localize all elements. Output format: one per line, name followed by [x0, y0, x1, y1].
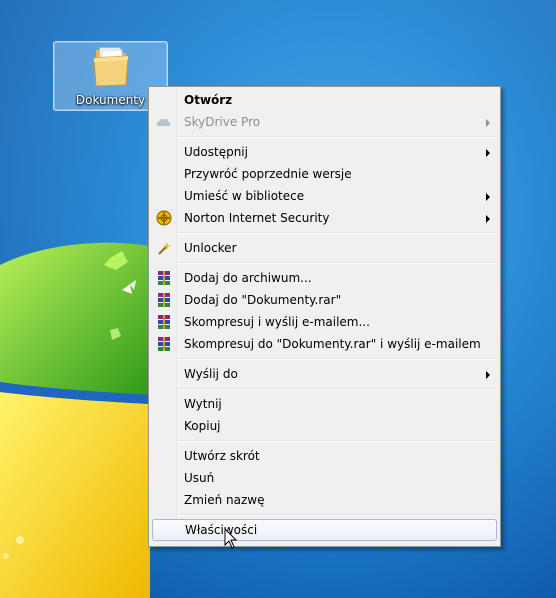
- submenu-arrow-icon: [486, 119, 490, 127]
- menu-item-label: Usuń: [184, 471, 215, 485]
- menu-item-przywróć-poprzednie-wersje[interactable]: Przywróć poprzednie wersje: [151, 163, 498, 185]
- menu-item-zmień-nazwę[interactable]: Zmień nazwę: [151, 489, 498, 511]
- submenu-arrow-icon: [486, 371, 490, 379]
- menu-item-label: Zmień nazwę: [184, 493, 265, 507]
- menu-item-norton-internet-security[interactable]: Norton Internet Security: [151, 207, 498, 229]
- submenu-arrow-icon: [486, 193, 490, 201]
- menu-item-label: Norton Internet Security: [184, 211, 330, 225]
- menu-item-label: Otwórz: [184, 93, 233, 107]
- menu-separator: [151, 133, 498, 141]
- menu-item-label: Wytnij: [184, 397, 222, 411]
- menu-separator: [151, 385, 498, 393]
- mouse-cursor-icon: [224, 528, 238, 549]
- menu-item-dodaj-do-dokumenty-rar[interactable]: Dodaj do "Dokumenty.rar": [151, 289, 498, 311]
- submenu-arrow-icon: [486, 149, 490, 157]
- winrar-icon: [156, 270, 172, 286]
- menu-separator: [151, 511, 498, 519]
- menu-separator: [151, 355, 498, 363]
- folder-icon: [93, 47, 129, 87]
- menu-item-umieść-w-bibliotece[interactable]: Umieść w bibliotece: [151, 185, 498, 207]
- menu-item-label: SkyDrive Pro: [184, 115, 261, 129]
- menu-item-skompresuj-do-dokumenty-rar-i-wyślij-e-mailem[interactable]: Skompresuj do "Dokumenty.rar" i wyślij e…: [151, 333, 498, 355]
- winrar-icon: [156, 314, 172, 330]
- menu-item-label: Wyślij do: [184, 367, 238, 381]
- menu-separator: [151, 229, 498, 237]
- menu-item-label: Unlocker: [184, 241, 237, 255]
- menu-list: Otwórz SkyDrive Pro Udostępnij Przywróć pop…: [151, 89, 498, 541]
- menu-item-label: Właściwości: [185, 523, 258, 537]
- menu-item-label: Skompresuj do "Dokumenty.rar" i wyślij e…: [184, 337, 481, 351]
- menu-item-skydrive-pro[interactable]: SkyDrive Pro: [151, 111, 498, 133]
- menu-item-udostępnij[interactable]: Udostępnij: [151, 141, 498, 163]
- menu-item-utwórz-skrót[interactable]: Utwórz skrót: [151, 445, 498, 467]
- menu-item-wytnij[interactable]: Wytnij: [151, 393, 498, 415]
- menu-item-właściwości[interactable]: Właściwości: [152, 519, 497, 541]
- menu-item-label: Udostępnij: [184, 145, 248, 159]
- menu-separator: [151, 437, 498, 445]
- menu-item-label: Dodaj do archiwum...: [184, 271, 312, 285]
- skydrive-cloud-icon: [156, 114, 172, 130]
- menu-item-dodaj-do-archiwum[interactable]: Dodaj do archiwum...: [151, 267, 498, 289]
- menu-item-unlocker[interactable]: Unlocker: [151, 237, 498, 259]
- winrar-icon: [156, 292, 172, 308]
- menu-item-skompresuj-i-wyślij-e-mailem[interactable]: Skompresuj i wyślij e-mailem...: [151, 311, 498, 333]
- menu-item-label: Utwórz skrót: [184, 449, 260, 463]
- menu-item-label: Umieść w bibliotece: [184, 189, 305, 203]
- context-menu: Otwórz SkyDrive Pro Udostępnij Przywróć pop…: [148, 86, 501, 547]
- winrar-icon: [156, 336, 172, 352]
- menu-item-otwórz[interactable]: Otwórz: [151, 89, 498, 111]
- menu-item-wyślij-do[interactable]: Wyślij do: [151, 363, 498, 385]
- norton-icon: [156, 210, 172, 226]
- menu-item-label: Przywróć poprzednie wersje: [184, 167, 352, 181]
- menu-separator: [151, 259, 498, 267]
- submenu-arrow-icon: [486, 215, 490, 223]
- menu-item-kopiuj[interactable]: Kopiuj: [151, 415, 498, 437]
- menu-item-usuń[interactable]: Usuń: [151, 467, 498, 489]
- menu-item-label: Kopiuj: [184, 419, 221, 433]
- menu-item-label: Skompresuj i wyślij e-mailem...: [184, 315, 370, 329]
- menu-item-label: Dodaj do "Dokumenty.rar": [184, 293, 342, 307]
- unlocker-wand-icon: [156, 240, 172, 256]
